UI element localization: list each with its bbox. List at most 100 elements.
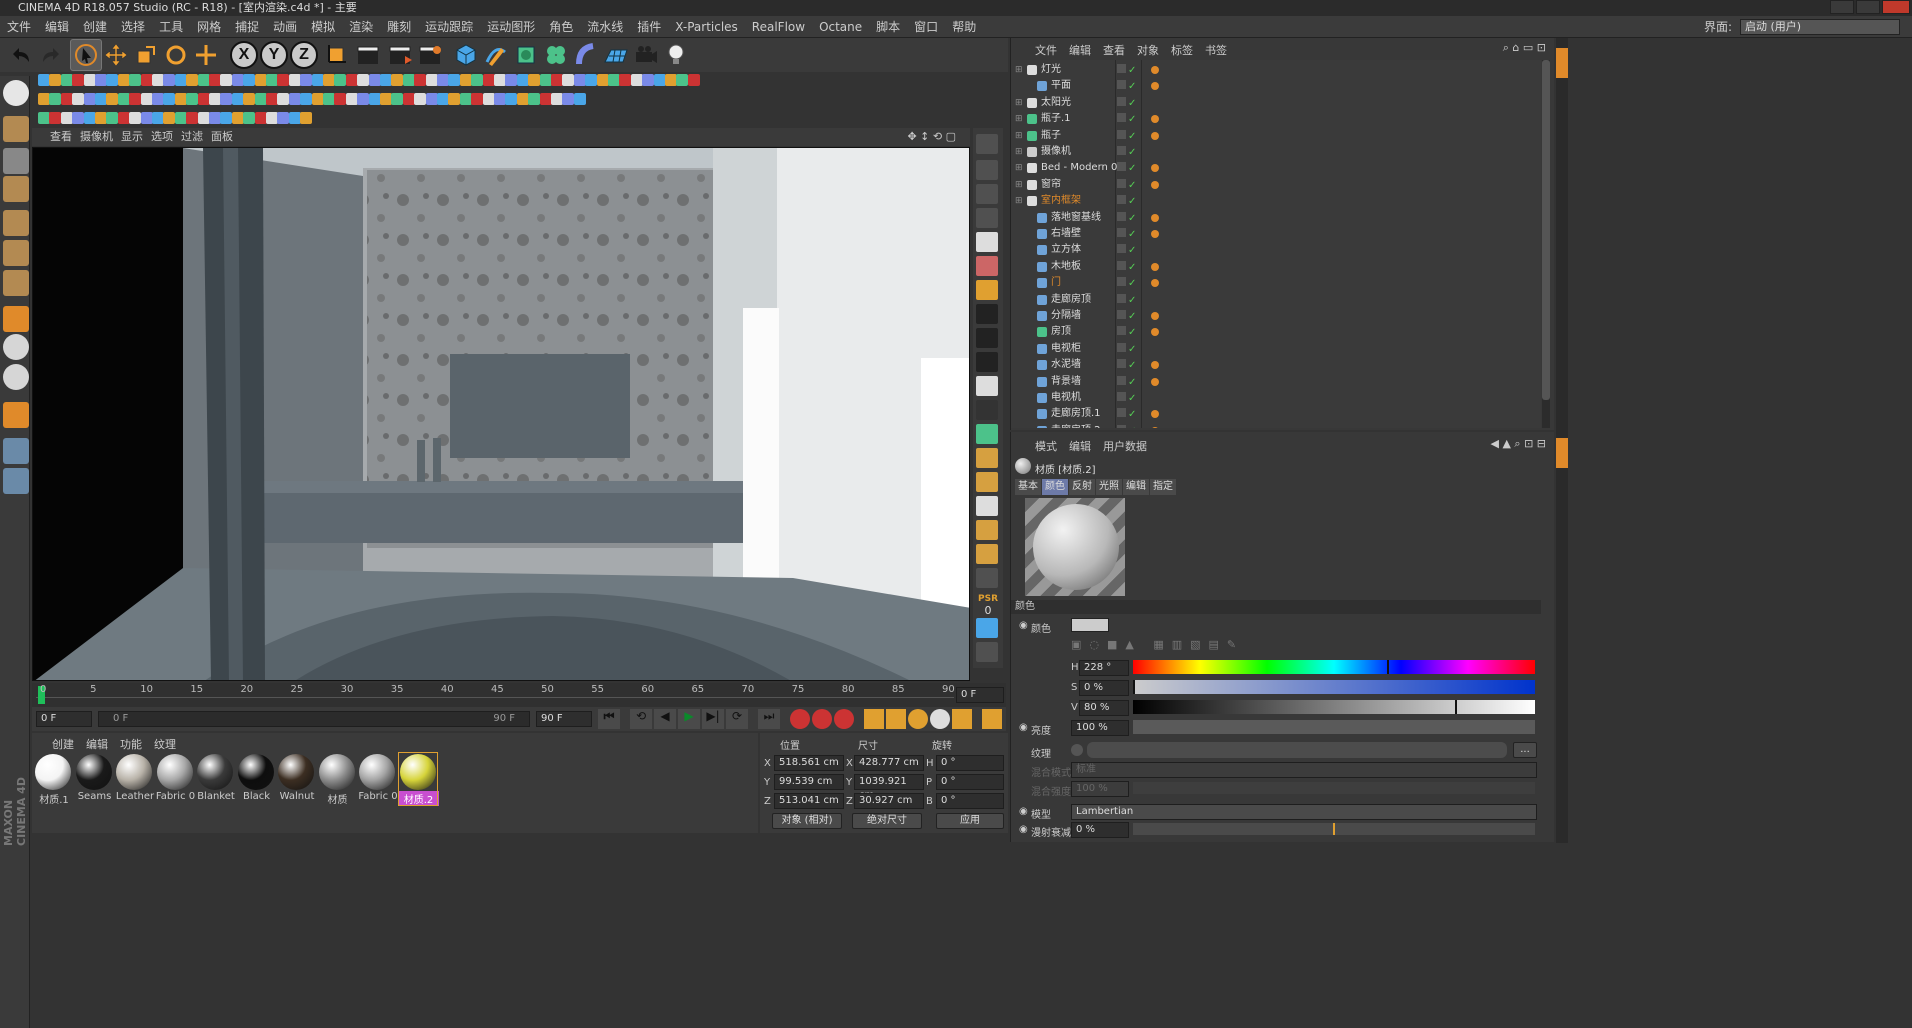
material-swatch[interactable]: Fabric 0 xyxy=(156,753,195,805)
plugin-tool-icon[interactable] xyxy=(528,74,541,86)
plugin-tool-icon[interactable] xyxy=(494,74,506,86)
material-swatch[interactable]: Blanket xyxy=(196,753,235,805)
redo-button[interactable] xyxy=(36,39,68,71)
plugin-tool-icon[interactable] xyxy=(186,93,199,105)
plugin-tool-icon[interactable] xyxy=(231,93,244,105)
attr-menu-edit[interactable]: 编辑 xyxy=(1063,438,1097,454)
plugin-tool-icon[interactable] xyxy=(573,93,586,105)
plugin-tool-icon[interactable] xyxy=(129,74,142,86)
object-row[interactable]: ⊞ 摄像机 ✓ xyxy=(1011,144,1541,160)
cube-button[interactable] xyxy=(450,39,482,71)
plugin-tool-icon[interactable] xyxy=(437,74,449,86)
move-button[interactable] xyxy=(100,39,132,71)
expand-toggle-icon[interactable]: ⊞ xyxy=(1015,177,1023,193)
plugin-tool-icon[interactable] xyxy=(402,74,415,86)
object-row[interactable]: 水泥墙 ✓ xyxy=(1011,357,1541,373)
plugin-tool-icon[interactable] xyxy=(334,74,347,86)
plugin-tool-icon[interactable] xyxy=(140,112,153,124)
timeline-ruler[interactable]: 0 5 10 15 20 25 30 35 40 45 50 55 60 65 70 75 80 85 90 0 F xyxy=(32,683,1006,707)
play-icon[interactable]: ▶ xyxy=(678,709,700,729)
plugin-tool-icon[interactable] xyxy=(277,74,290,86)
plugin-tool-icon[interactable] xyxy=(425,93,438,105)
light-button[interactable] xyxy=(660,39,692,71)
plugin-tool-icon[interactable] xyxy=(152,93,164,105)
plugin-tool-icon[interactable] xyxy=(209,74,221,86)
viewport-menu-display[interactable]: 显示 xyxy=(121,128,151,146)
plugin-tool-icon[interactable] xyxy=(551,74,563,86)
material-swatch[interactable]: Black xyxy=(237,753,275,805)
current-frame-field[interactable]: 0 F xyxy=(956,687,1004,703)
plugin-tool-icon[interactable] xyxy=(573,74,586,86)
plugin-tool-icon[interactable] xyxy=(323,93,335,105)
rot-h-field[interactable]: 0 ° xyxy=(936,755,1004,771)
attribute-tab[interactable]: 基本 xyxy=(1015,479,1041,495)
plugin-tool-icon[interactable] xyxy=(174,93,187,105)
plugin-tool-icon[interactable] xyxy=(117,112,130,124)
tag-icons[interactable] xyxy=(1151,178,1159,192)
mix-strength-slider[interactable] xyxy=(1133,782,1535,794)
object-name[interactable]: 房顶 xyxy=(1051,324,1071,340)
texture-toggle-icon[interactable] xyxy=(1071,744,1083,756)
plugin-tool-icon[interactable] xyxy=(186,74,199,86)
attribute-tab[interactable]: 光照 xyxy=(1096,479,1122,495)
python-icon[interactable] xyxy=(976,618,998,638)
color-picker-modes[interactable]: ▣◌■▲ ▦▥▧▤✎ xyxy=(1071,638,1311,654)
tag-icons[interactable] xyxy=(1151,227,1159,241)
plugin-tool-icon[interactable] xyxy=(437,93,449,105)
object-name[interactable]: 瓶子 xyxy=(1041,128,1061,144)
plugin-tool-icon[interactable] xyxy=(687,74,700,86)
texture-mode-button[interactable] xyxy=(3,148,29,174)
plugin-tool-icon[interactable] xyxy=(38,93,50,105)
object-row[interactable]: 落地窗基线 ✓ xyxy=(1011,210,1541,226)
object-row[interactable]: ⊞ 瓶子.1 ✓ xyxy=(1011,111,1541,127)
plugin-tool-icon[interactable] xyxy=(49,93,62,105)
record-icon[interactable] xyxy=(790,709,810,729)
object-name[interactable]: 电视机 xyxy=(1051,390,1081,406)
polygons-mode-button[interactable] xyxy=(3,270,29,296)
next-key-icon[interactable]: ⟳ xyxy=(726,709,748,729)
material-swatch[interactable]: Seams xyxy=(75,753,113,805)
object-name[interactable]: 木地板 xyxy=(1051,259,1081,275)
menu-tools[interactable]: 工具 xyxy=(152,16,190,38)
object-row[interactable]: 背景墙 ✓ xyxy=(1011,374,1541,390)
object-row[interactable]: 右墙壁 ✓ xyxy=(1011,226,1541,242)
min-frame-field[interactable]: 0 F xyxy=(36,711,92,727)
cloner-button[interactable] xyxy=(540,39,572,71)
menu-script[interactable]: 脚本 xyxy=(869,16,907,38)
tweak-mode-button[interactable] xyxy=(3,334,29,360)
plugin-tool-icon[interactable] xyxy=(38,74,50,86)
menu-animate[interactable]: 动画 xyxy=(266,16,304,38)
plugin-tool-icon[interactable] xyxy=(482,93,495,105)
plugin-tool-icon[interactable] xyxy=(220,74,233,86)
object-row[interactable]: 房顶 ✓ xyxy=(1011,324,1541,340)
scale-button[interactable] xyxy=(130,39,162,71)
mix-strength-field[interactable]: 100 % xyxy=(1071,781,1129,797)
plugin-tool-icon[interactable] xyxy=(380,93,392,105)
size-z-field[interactable]: 30.927 cm xyxy=(854,793,924,809)
h-field[interactable]: 228 ° xyxy=(1079,660,1129,676)
plugin-tool-icon[interactable] xyxy=(174,112,187,124)
plugin-tool-icon[interactable] xyxy=(642,74,655,86)
expand-toggle-icon[interactable]: ⊞ xyxy=(1015,62,1023,78)
objects-tab[interactable] xyxy=(1556,48,1568,78)
object-row[interactable]: 立方体 ✓ xyxy=(1011,242,1541,258)
plugin-tool-icon[interactable] xyxy=(448,93,461,105)
expand-toggle-icon[interactable]: ⊞ xyxy=(1015,95,1023,111)
plugin-tool-icon[interactable] xyxy=(391,74,404,86)
plugin-tool-icon[interactable] xyxy=(630,74,643,86)
object-row[interactable]: ⊞ 室内框架 ✓ xyxy=(1011,193,1541,209)
visibility-flags[interactable]: ✓ xyxy=(1117,96,1141,110)
plugin-tool-icon[interactable] xyxy=(72,74,85,86)
menu-file[interactable]: 文件 xyxy=(0,16,38,38)
object-name[interactable]: 太阳光 xyxy=(1041,95,1071,111)
layout-split-icon[interactable] xyxy=(976,160,998,180)
plugin-tool-icon[interactable] xyxy=(288,93,301,105)
menu-motion-tracker[interactable]: 运动跟踪 xyxy=(418,16,480,38)
viewport-menu-options[interactable]: 选项 xyxy=(151,128,181,146)
plugin-tool-icon[interactable] xyxy=(197,112,210,124)
plugin-tool-icon[interactable] xyxy=(129,112,142,124)
visibility-flags[interactable]: ✓ xyxy=(1117,178,1141,192)
object-row[interactable]: 走廊房顶.2 ✓ xyxy=(1011,423,1541,428)
object-name[interactable]: 走廊房顶 xyxy=(1051,292,1091,308)
visibility-flags[interactable]: ✓ xyxy=(1117,79,1141,93)
